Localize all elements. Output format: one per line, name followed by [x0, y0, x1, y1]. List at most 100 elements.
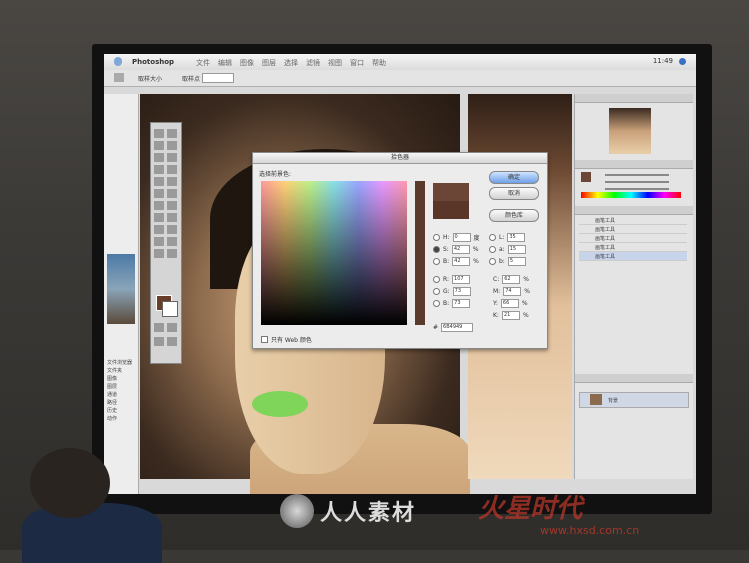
saturation-input[interactable]: 42: [451, 245, 470, 254]
green-radio[interactable]: [433, 288, 440, 295]
color-libraries-button[interactable]: 颜色库: [489, 209, 539, 222]
web-only-checkbox[interactable]: [261, 336, 268, 343]
path-tool-icon[interactable]: [154, 213, 164, 222]
lab-b-input[interactable]: 5: [507, 257, 526, 266]
marquee-tool-icon[interactable]: [154, 129, 164, 138]
shape-tool-icon[interactable]: [167, 225, 177, 234]
yellow-input[interactable]: 66: [500, 299, 519, 308]
hex-input[interactable]: 6B4949: [441, 323, 474, 332]
notes-tool-icon[interactable]: [154, 237, 164, 246]
yellow-field: Y: 66 %: [493, 299, 528, 308]
stamp-tool-icon[interactable]: [154, 177, 164, 186]
pen-tool-icon[interactable]: [154, 225, 164, 234]
menu-file[interactable]: 文件: [196, 58, 210, 68]
list-item[interactable]: 图像: [107, 375, 135, 383]
lab-l-radio[interactable]: [489, 234, 496, 241]
history-item[interactable]: 画笔工具: [579, 225, 687, 234]
brightness-input[interactable]: 42: [452, 257, 471, 266]
blue-input[interactable]: 73: [452, 299, 471, 308]
lab-l-input[interactable]: 35: [507, 233, 526, 242]
list-item[interactable]: 通道: [107, 391, 135, 399]
cyan-input[interactable]: 62: [502, 275, 521, 284]
menu-view[interactable]: 视图: [328, 58, 342, 68]
history-item[interactable]: 画笔工具: [579, 252, 687, 261]
black-input[interactable]: 21: [501, 311, 520, 320]
landscape-thumbnail[interactable]: [107, 254, 135, 324]
dodge-tool-icon[interactable]: [167, 201, 177, 210]
red-radio[interactable]: [433, 276, 440, 283]
eraser-tool-icon[interactable]: [154, 189, 164, 198]
move-tool-icon[interactable]: [167, 129, 177, 138]
list-item[interactable]: 文件浏览器: [107, 359, 135, 367]
hand-tool-icon[interactable]: [154, 249, 164, 258]
black-field: K: 21 %: [493, 311, 529, 320]
jump-to-imageready-icon[interactable]: [167, 337, 177, 346]
brush-tool-icon[interactable]: [167, 165, 177, 174]
list-item[interactable]: 文件夹: [107, 367, 135, 375]
layer-row[interactable]: 背景: [579, 392, 689, 408]
eyedropper-tool-icon[interactable]: [114, 73, 124, 82]
background-color-swatch[interactable]: [162, 301, 178, 317]
menu-window[interactable]: 窗口: [350, 58, 364, 68]
color-slider-g[interactable]: [605, 181, 669, 183]
history-brush-tool-icon[interactable]: [167, 177, 177, 186]
lab-b-radio[interactable]: [489, 258, 496, 265]
hue-radio[interactable]: [433, 234, 440, 241]
color-slider-b[interactable]: [605, 188, 669, 190]
screen-mode-icon[interactable]: [154, 337, 164, 346]
lab-a-input[interactable]: 15: [507, 245, 526, 254]
saturation-radio[interactable]: [433, 246, 440, 253]
standard-mode-icon[interactable]: [167, 323, 177, 332]
history-item[interactable]: 画笔工具: [579, 216, 687, 225]
history-panel-header[interactable]: [575, 206, 693, 215]
current-color-swatch[interactable]: [433, 201, 469, 219]
menu-layer[interactable]: 图层: [262, 58, 276, 68]
menu-filter[interactable]: 滤镜: [306, 58, 320, 68]
gradient-tool-icon[interactable]: [167, 189, 177, 198]
spotlight-icon[interactable]: [679, 57, 686, 65]
navigator-panel-header[interactable]: [575, 94, 693, 103]
hue-input[interactable]: 0: [452, 233, 471, 242]
lasso-tool-icon[interactable]: [154, 141, 164, 150]
lab-l-field: L: 35: [489, 233, 526, 242]
type-tool-icon[interactable]: [167, 213, 177, 222]
menu-image[interactable]: 图像: [240, 58, 254, 68]
history-item[interactable]: 画笔工具: [579, 234, 687, 243]
panel-foreground-swatch[interactable]: [581, 172, 591, 182]
ok-button[interactable]: 确定: [489, 171, 539, 184]
menu-edit[interactable]: 编辑: [218, 58, 232, 68]
crop-tool-icon[interactable]: [154, 153, 164, 162]
brightness-radio[interactable]: [433, 258, 440, 265]
green-input[interactable]: 73: [452, 287, 471, 296]
cancel-button[interactable]: 取消: [489, 187, 539, 200]
color-slider-r[interactable]: [605, 174, 669, 176]
layer-name: 背景: [608, 398, 619, 404]
slice-tool-icon[interactable]: [167, 153, 177, 162]
list-item[interactable]: 图层: [107, 383, 135, 391]
magic-wand-tool-icon[interactable]: [167, 141, 177, 150]
blue-radio[interactable]: [433, 300, 440, 307]
color-field[interactable]: [261, 181, 407, 325]
magenta-input[interactable]: 74: [503, 287, 522, 296]
menu-select[interactable]: 选择: [284, 58, 298, 68]
color-panel-header[interactable]: [575, 160, 693, 169]
history-item[interactable]: 画笔工具: [579, 243, 687, 252]
eyedropper-tool-icon[interactable]: [167, 237, 177, 246]
menu-help[interactable]: 帮助: [372, 58, 386, 68]
healing-tool-icon[interactable]: [154, 165, 164, 174]
layers-panel-header[interactable]: [575, 374, 693, 383]
red-input[interactable]: 107: [452, 275, 471, 284]
color-ramp[interactable]: [581, 192, 681, 198]
lab-a-radio[interactable]: [489, 246, 496, 253]
quick-mask-icon[interactable]: [154, 323, 164, 332]
navigator-thumbnail[interactable]: [609, 108, 651, 154]
sample-size-select[interactable]: [202, 73, 234, 83]
app-name[interactable]: Photoshop: [132, 58, 174, 66]
zoom-tool-icon[interactable]: [167, 249, 177, 258]
list-item[interactable]: 路径: [107, 399, 135, 407]
apple-menu-icon[interactable]: [114, 57, 122, 66]
list-item[interactable]: 历史: [107, 407, 135, 415]
hue-slider[interactable]: [415, 181, 425, 325]
blur-tool-icon[interactable]: [154, 201, 164, 210]
list-item[interactable]: 动作: [107, 415, 135, 423]
